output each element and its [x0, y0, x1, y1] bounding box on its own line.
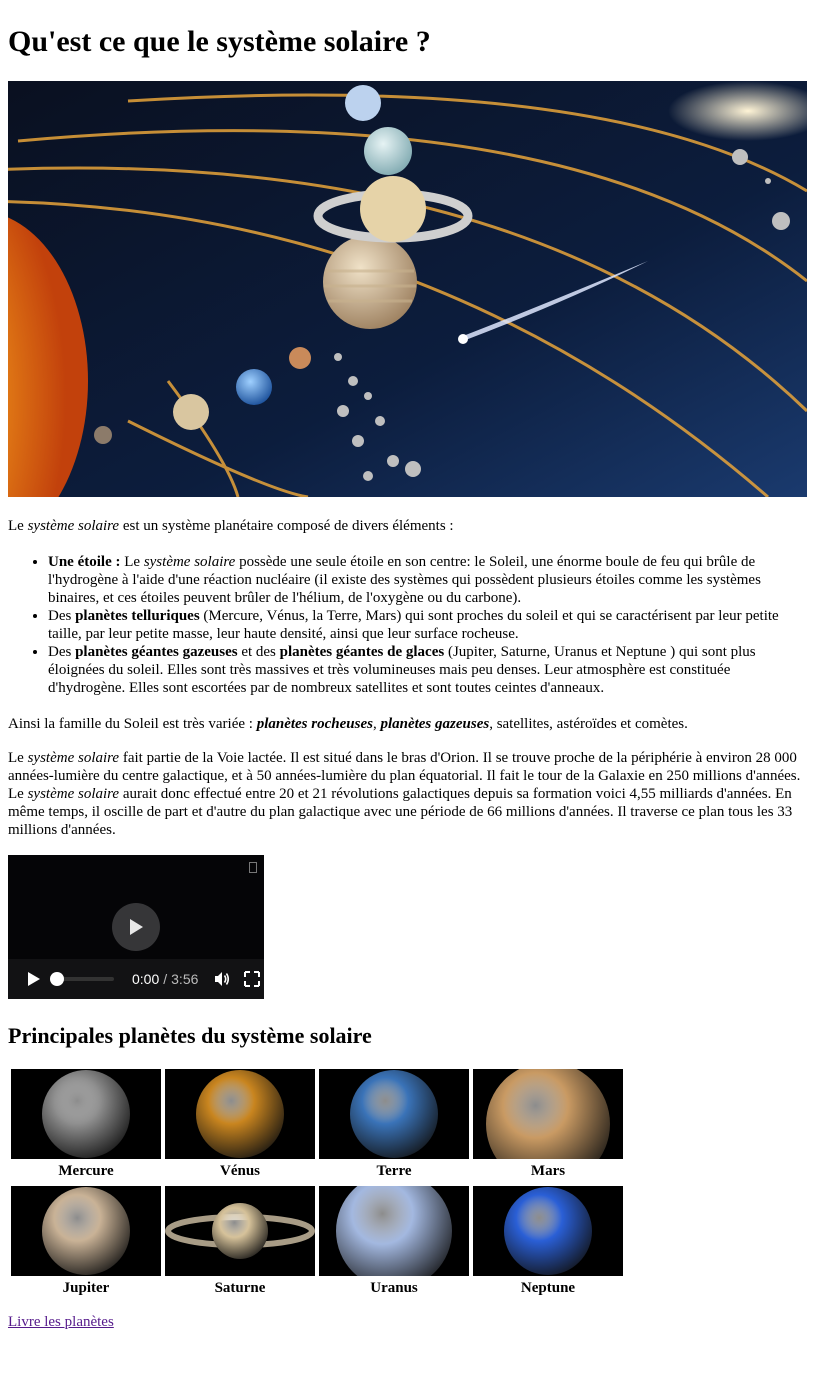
planets-book-link[interactable]: Livre les planètes [8, 1314, 114, 1330]
planet-name: Terre [376, 1163, 412, 1179]
planet-name: Neptune [520, 1280, 576, 1296]
time-separator: / [163, 971, 168, 987]
planet-image [11, 1069, 161, 1159]
cast-icon[interactable] [249, 862, 257, 873]
planet-name: Mercure [58, 1163, 114, 1179]
fullscreen-icon[interactable] [244, 971, 261, 987]
list-item: Une étoile : Le système solaire possède … [48, 553, 808, 607]
video-controls: 0:00 / 3:56 [8, 959, 264, 999]
intro-paragraph: Le système solaire est un système planét… [8, 518, 454, 534]
page-title: Qu'est ce que le système solaire ? [8, 25, 431, 58]
elements-list: Une étoile : Le système solaire possède … [8, 553, 808, 697]
milky-way-paragraph: Le système solaire fait partie de la Voi… [8, 750, 801, 838]
planets-grid: Mercure Vénus Terre Mars Jupiter Saturne Uranu… [11, 1069, 808, 1297]
current-time: 0:00 [132, 971, 160, 987]
planet-card: Mars [473, 1069, 623, 1180]
planet-image [11, 1186, 161, 1276]
planet-card: Mercure [11, 1069, 161, 1180]
planets-section-title: Principales planètes du système solaire [8, 1023, 372, 1048]
play-button[interactable] [26, 972, 40, 986]
planet-image [319, 1186, 469, 1276]
planet-name: Uranus [370, 1280, 418, 1296]
play-icon [130, 919, 143, 935]
planet-card: Uranus [319, 1186, 469, 1297]
planet-card: Jupiter [11, 1186, 161, 1297]
planet-image [319, 1069, 469, 1159]
list-item: Des planètes géantes gazeuses et des pla… [48, 643, 808, 697]
planet-name: Vénus [219, 1163, 260, 1179]
planet-image [165, 1186, 315, 1276]
planet-image [165, 1069, 315, 1159]
family-paragraph: Ainsi la famille du Soleil est très vari… [8, 716, 688, 732]
list-item: Des planètes telluriques (Mercure, Vénus… [48, 607, 808, 643]
planet-card: Neptune [473, 1186, 623, 1297]
volume-icon[interactable] [214, 971, 230, 987]
duration: 3:56 [171, 971, 199, 987]
planet-name: Saturne [214, 1280, 266, 1296]
planet-card: Terre [319, 1069, 469, 1180]
planet-name: Jupiter [62, 1280, 110, 1296]
planet-name: Mars [530, 1163, 566, 1179]
planet-image [473, 1186, 623, 1276]
seek-slider[interactable] [50, 972, 114, 986]
planet-image [473, 1069, 623, 1159]
planet-card: Vénus [165, 1069, 315, 1180]
seek-handle[interactable] [50, 972, 64, 986]
planet-card: Saturne [165, 1186, 315, 1297]
video-player[interactable]: 0:00 / 3:56 [8, 855, 264, 999]
solar-system-image [8, 81, 807, 497]
big-play-button[interactable] [112, 903, 160, 951]
